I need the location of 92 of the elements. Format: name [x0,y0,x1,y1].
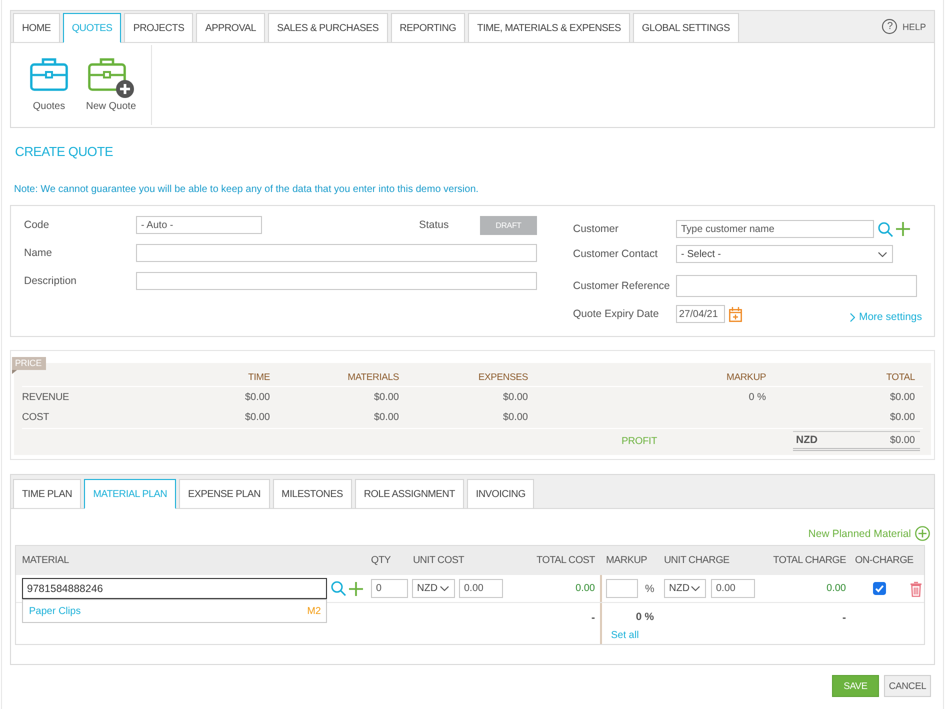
row-label: COST [22,412,50,423]
column-header: MATERIALS [346,372,400,383]
plus-icon[interactable] [349,582,363,596]
percent-label: % [645,582,654,594]
calendar-icon[interactable] [729,306,742,322]
caret-icon [440,586,449,591]
help-link[interactable]: HELP [902,22,926,32]
field-label: Code [24,219,50,231]
customer-field[interactable]: Type customer name [676,220,874,238]
column-header: MARKUP [726,372,767,383]
reference-field[interactable] [676,275,917,297]
row-label: REVENUE [22,392,70,402]
price-value: $0.00 [888,412,916,423]
description-field[interactable] [136,272,537,290]
markup-field[interactable] [606,579,638,598]
field-label: Status [419,219,450,231]
markup-sum: 0 % [636,611,655,623]
currency-select[interactable]: NZD [664,579,706,598]
total-cost-value: 0.00 [576,583,595,594]
price-value: $0.00 [372,392,400,402]
price-value: 0 % [748,392,767,402]
column-header: QTY [370,555,392,566]
field-label: Customer Contact [573,248,659,260]
price-value: $0.00 [890,434,916,446]
column-header: TOTAL COST [536,555,596,566]
price-value: $0.00 [244,412,271,423]
column-header: TOTAL CHARGE [772,555,847,566]
column-header: ON-CHARGE [854,555,914,566]
column-header: MATERIAL [21,555,70,566]
nav-tab[interactable]: GLOBAL SETTINGS [632,13,739,43]
cancel-button[interactable]: CANCEL [884,675,931,697]
currency-label: NZD [796,434,818,446]
unit-charge-field[interactable]: 0.00 [711,579,755,598]
field-label: Name [24,247,54,259]
price-value: $0.00 [244,392,271,402]
unit-cost-field[interactable]: 0.00 [459,579,503,598]
briefcase-plus-icon [88,57,134,98]
plan-tab[interactable]: EXPENSE PLAN [179,479,270,509]
price-value: $0.00 [502,392,529,402]
toolbar-button[interactable]: New Quote [80,57,142,125]
caret-icon [878,252,887,256]
nav-tab[interactable]: APPROVAL [196,13,265,43]
status-badge: DRAFT [480,216,537,234]
nav-tab[interactable]: SALES & PURCHASES [268,13,388,43]
plan-tab[interactable]: INVOICING [466,479,534,509]
date-field[interactable]: 27/04/21 [676,305,725,323]
total-cost-sum: - [591,612,595,624]
field-label: Quote Expiry Date [573,308,660,320]
price-value: $0.00 [372,412,400,423]
total-charge-value: 0.00 [826,583,846,594]
field-label: Description [24,275,78,287]
plan-tab[interactable]: MILESTONES [272,479,352,509]
toolbar-button[interactable]: Quotes [18,57,80,125]
circle-plus-icon [915,526,930,541]
qty-field[interactable]: 0 [371,579,408,598]
help-icon[interactable]: ? [882,19,898,34]
profit-label: PROFIT [620,436,658,446]
plan-tab[interactable]: ROLE ASSIGNMENT [354,479,464,509]
search-icon[interactable] [331,581,346,596]
name-field[interactable] [136,244,537,262]
column-header: TIME [247,372,271,383]
nav-tab[interactable]: HOME [13,13,60,43]
chevron-right-icon [850,312,855,322]
nav-tab[interactable]: REPORTING [390,13,466,43]
material-field[interactable]: 9781584888246 [22,578,327,599]
plus-icon[interactable] [896,222,910,236]
column-header: MARKUP [605,555,648,566]
checkbox[interactable] [873,582,886,595]
trash-icon[interactable] [910,580,922,596]
code-field[interactable]: - Auto - [136,216,262,234]
currency-select[interactable]: NZD [412,579,455,598]
total-charge-sum: - [842,612,846,624]
caret-icon [691,586,700,591]
column-header: UNIT COST [412,555,466,566]
tag-fold-icon [12,370,17,374]
price-value: $0.00 [502,412,529,423]
column-header: EXPENSES [477,372,529,383]
column-header: UNIT CHARGE [663,555,730,566]
page-title: CREATE QUOTE [14,144,114,160]
section-tag: PRICE [12,357,46,370]
price-value: $0.00 [888,392,916,402]
plan-tab[interactable]: TIME PLAN [13,479,82,509]
contact-select[interactable]: - Select - [676,245,893,263]
material-code: M2 [307,606,321,616]
demo-note: Note: We cannot guarantee you will be able to keep any of the data that you enter into this demo version. [13,184,480,196]
nav-tab[interactable]: TIME, MATERIALS & EXPENSES [468,13,630,43]
field-label: Customer Reference [573,280,671,292]
search-icon[interactable] [878,222,893,236]
field-label: Customer [573,223,620,235]
column-header: TOTAL [885,372,916,383]
briefcase-icon [30,57,68,91]
nav-tab[interactable]: PROJECTS [124,13,194,43]
